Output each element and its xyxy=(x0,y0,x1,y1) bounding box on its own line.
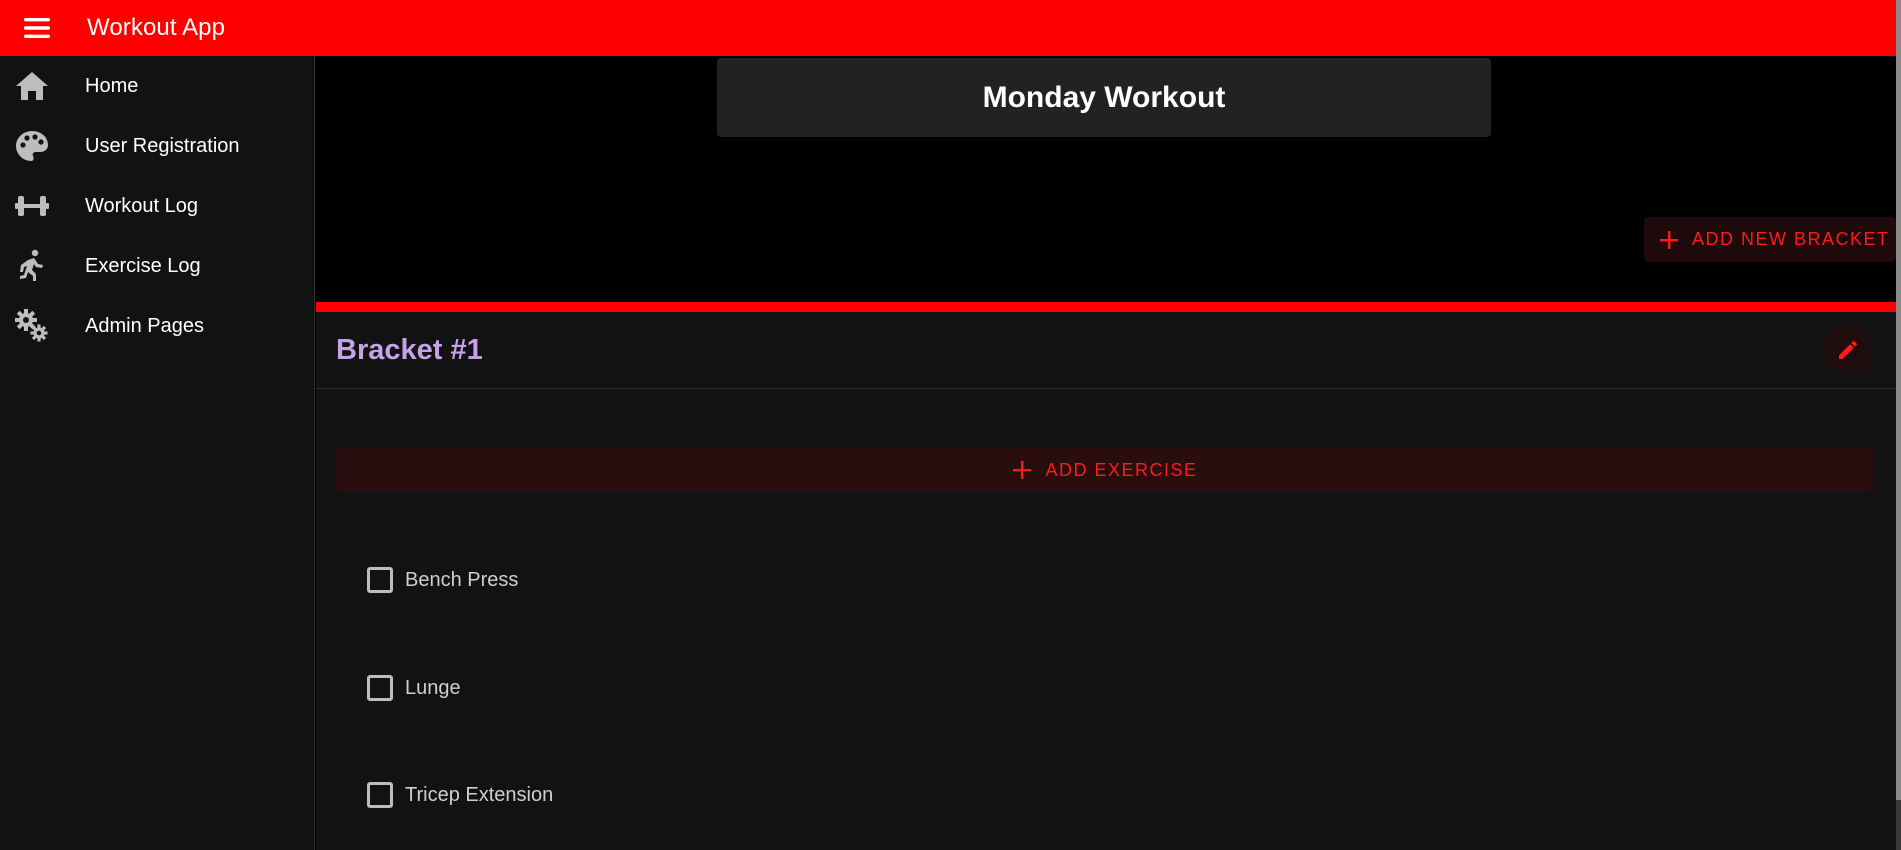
main-content: Monday Workout ADD NEW BRACKET Bracket #… xyxy=(316,56,1896,850)
exercise-checkbox[interactable] xyxy=(367,675,393,701)
palette-icon xyxy=(0,116,85,176)
hamburger-menu-icon xyxy=(24,18,50,38)
add-exercise-label: ADD EXERCISE xyxy=(1045,459,1198,480)
sidebar-item-label: Workout Log xyxy=(85,194,199,217)
app-title: Workout App xyxy=(87,14,226,41)
add-exercise-button[interactable]: ADD EXERCISE xyxy=(336,448,1873,492)
scrollbar-thumb[interactable] xyxy=(1896,0,1901,800)
plus-icon xyxy=(1013,461,1032,479)
sidebar: Home User Registration Workout Log Exerc… xyxy=(0,56,315,850)
exercise-item[interactable]: Lunge xyxy=(367,675,461,701)
bracket-card: Bracket #1 ADD EXERCISE Bench Press Lung… xyxy=(316,302,1896,850)
sidebar-item-home[interactable]: Home xyxy=(0,56,314,116)
bracket-header: Bracket #1 xyxy=(316,312,1896,389)
plus-icon xyxy=(1660,230,1678,249)
gears-icon xyxy=(0,296,85,356)
exercise-checkbox[interactable] xyxy=(367,567,393,593)
running-person-icon xyxy=(0,236,85,296)
exercise-label: Tricep Extension xyxy=(405,783,554,806)
sidebar-item-user-registration[interactable]: User Registration xyxy=(0,116,314,176)
app-root: Workout App Home User Registration Worko… xyxy=(0,0,1901,850)
menu-button[interactable] xyxy=(0,0,74,56)
sidebar-item-exercise-log[interactable]: Exercise Log xyxy=(0,236,314,296)
sidebar-item-admin-pages[interactable]: Admin Pages xyxy=(0,296,314,356)
sidebar-item-label: Home xyxy=(85,74,139,97)
dumbbell-icon xyxy=(0,176,85,236)
sidebar-item-workout-log[interactable]: Workout Log xyxy=(0,176,314,236)
exercise-item[interactable]: Tricep Extension xyxy=(367,782,553,808)
home-icon xyxy=(0,56,85,116)
workout-title: Monday Workout xyxy=(982,80,1226,114)
exercise-label: Bench Press xyxy=(405,568,519,591)
pencil-icon xyxy=(1839,341,1857,359)
add-new-bracket-label: ADD NEW BRACKET xyxy=(1692,229,1890,249)
sidebar-item-label: Exercise Log xyxy=(85,254,201,277)
exercise-item[interactable]: Bench Press xyxy=(367,567,518,593)
app-bar: Workout App xyxy=(0,0,1896,56)
edit-bracket-button[interactable] xyxy=(1823,325,1873,375)
exercise-label: Lunge xyxy=(405,676,461,699)
add-new-bracket-button[interactable]: ADD NEW BRACKET xyxy=(1644,217,1896,262)
exercise-checkbox[interactable] xyxy=(367,782,393,808)
workout-header: Monday Workout xyxy=(717,58,1491,137)
sidebar-item-label: User Registration xyxy=(85,134,240,157)
sidebar-item-label: Admin Pages xyxy=(85,314,204,337)
bracket-title: Bracket #1 xyxy=(336,333,483,366)
